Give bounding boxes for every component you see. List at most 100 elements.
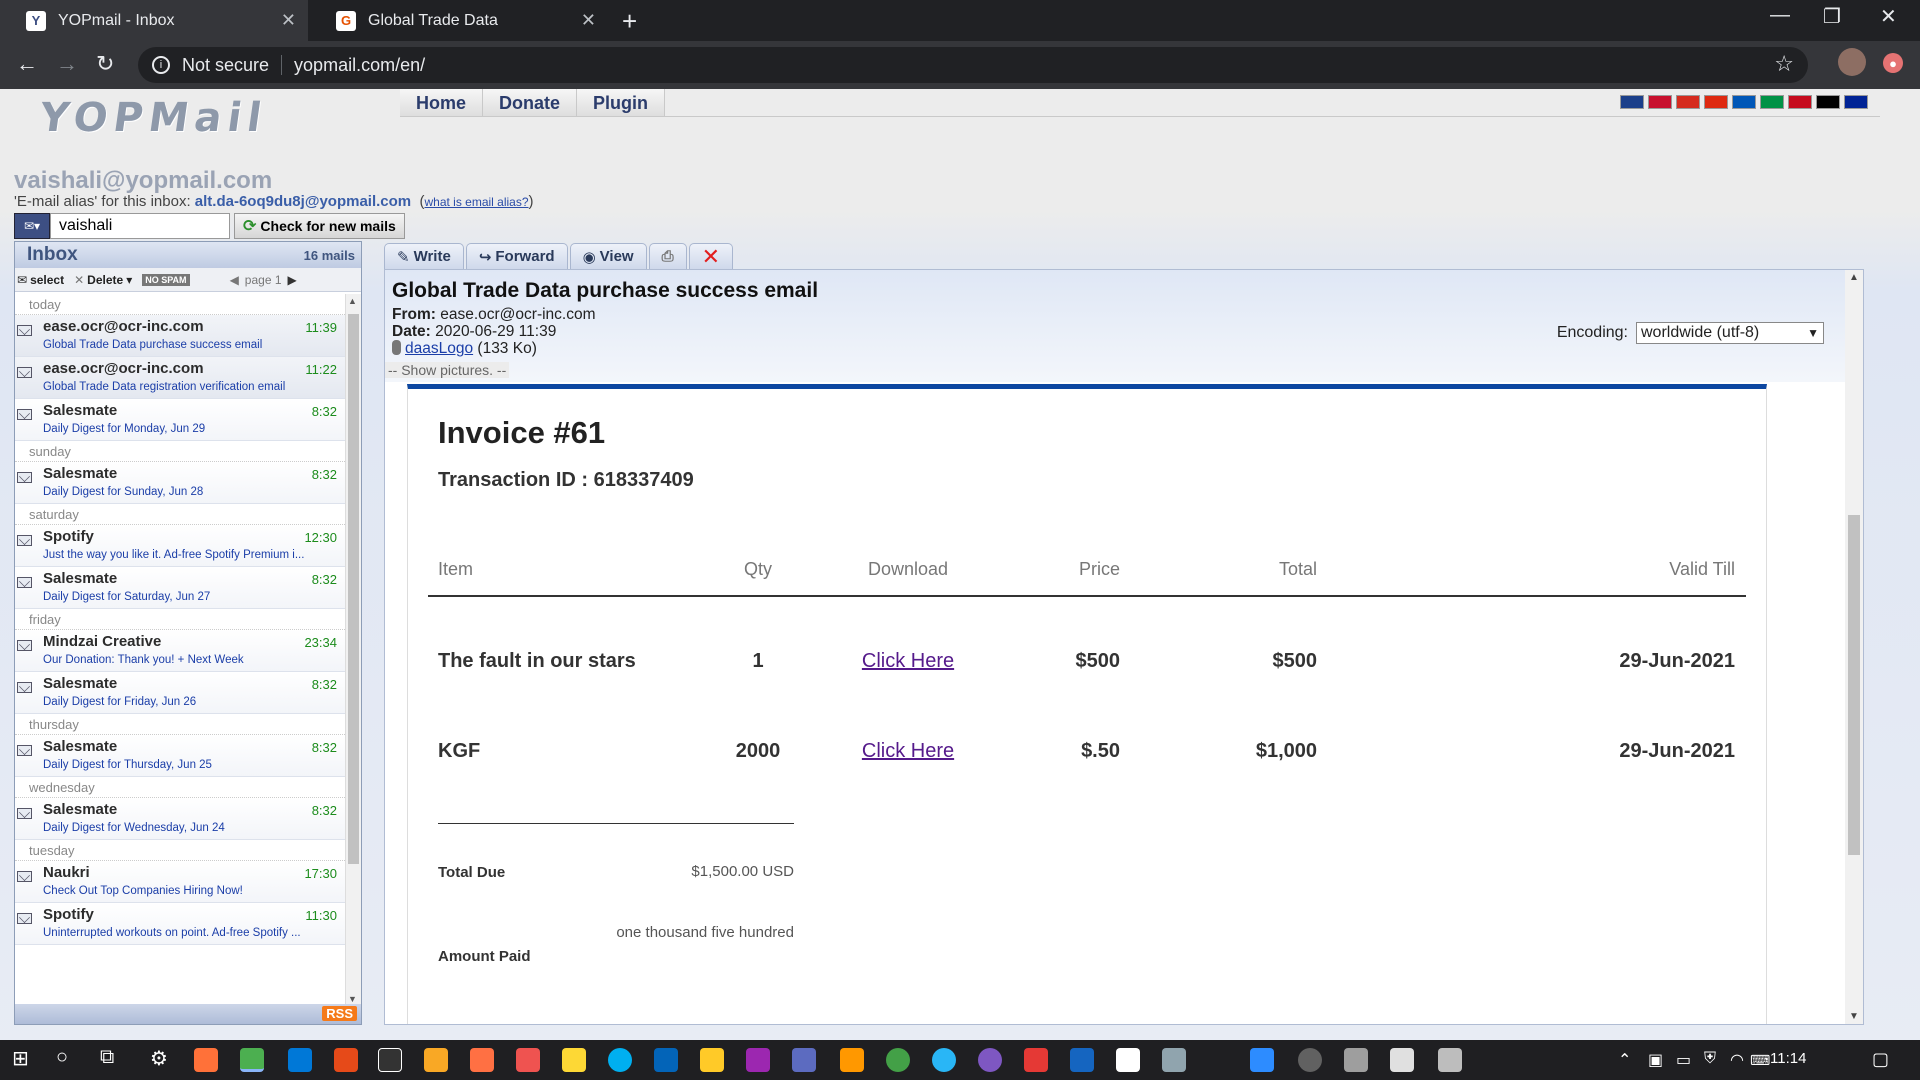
- language-flag-icon[interactable]: [1620, 95, 1644, 109]
- app-icon[interactable]: [1438, 1048, 1462, 1072]
- alias-address[interactable]: alt.da-6oq9du8j@yopmail.com: [195, 193, 411, 210]
- shield-icon[interactable]: ⛨: [1704, 1050, 1716, 1068]
- scroll-down-icon[interactable]: ▼: [348, 994, 357, 1004]
- terminal-icon[interactable]: [378, 1048, 402, 1072]
- new-tab-icon[interactable]: +: [622, 6, 637, 37]
- restore-icon[interactable]: ❐: [1823, 4, 1841, 29]
- app-icon[interactable]: [562, 1048, 586, 1072]
- url-bar[interactable]: i Not secure yopmail.com/en/ ☆: [138, 47, 1808, 83]
- zoom-icon[interactable]: [1250, 1048, 1274, 1072]
- bookmark-star-icon[interactable]: ☆: [1774, 51, 1794, 77]
- vlc-icon[interactable]: [840, 1048, 864, 1072]
- app-icon[interactable]: [1070, 1048, 1094, 1072]
- profile-avatar[interactable]: [1838, 48, 1866, 76]
- firefox-icon[interactable]: [194, 1048, 218, 1072]
- minimize-icon[interactable]: —: [1770, 4, 1790, 27]
- chrome-icon[interactable]: [240, 1048, 264, 1072]
- skype-icon[interactable]: [608, 1048, 632, 1072]
- yopmail-logo[interactable]: YOPMail: [37, 95, 271, 141]
- delete-button[interactable]: ✕ Delete ▾: [74, 273, 132, 287]
- app-icon[interactable]: [516, 1048, 540, 1072]
- inbox-mail-item[interactable]: Salesmate 8:32 Daily Digest for Monday, Ju…: [15, 399, 345, 441]
- search-icon[interactable]: ○: [56, 1046, 68, 1069]
- info-icon[interactable]: i: [152, 56, 170, 74]
- close-window-icon[interactable]: ✕: [1880, 4, 1897, 29]
- reload-icon[interactable]: ↻: [96, 51, 114, 77]
- tab-yopmail[interactable]: Y YOPmail - Inbox ✕: [0, 0, 308, 41]
- url-text[interactable]: yopmail.com/en/: [294, 55, 425, 76]
- file-explorer-icon[interactable]: [700, 1048, 724, 1072]
- keyboard-icon[interactable]: ⌨: [1750, 1052, 1770, 1069]
- mailbox-menu-icon[interactable]: ✉▾: [14, 213, 50, 239]
- task-view-icon[interactable]: ⧉: [100, 1046, 114, 1069]
- row2-download-link[interactable]: Click Here: [848, 740, 968, 763]
- app-icon[interactable]: [1024, 1048, 1048, 1072]
- row1-download-link[interactable]: Click Here: [848, 650, 968, 673]
- scroll-down-icon[interactable]: ▼: [1849, 1011, 1859, 1022]
- write-tab[interactable]: ✎ Write: [384, 243, 464, 269]
- inbox-mail-item[interactable]: Salesmate 8:32 Daily Digest for Saturday, …: [15, 567, 345, 609]
- settings-gear-icon[interactable]: ⚙: [150, 1046, 168, 1071]
- inbox-mail-item[interactable]: Salesmate 8:32 Daily Digest for Thursday, …: [15, 735, 345, 777]
- app-icon[interactable]: [978, 1048, 1002, 1072]
- inbox-mail-item[interactable]: Mindzai Creative 23:34 Our Donation: Thank…: [15, 630, 345, 672]
- language-flag-icon[interactable]: [1704, 95, 1728, 109]
- inbox-mail-item[interactable]: ease.ocr@ocr-inc.com 11:39 Global Trade Da…: [15, 315, 345, 357]
- edge-icon[interactable]: [288, 1048, 312, 1072]
- windows-start-icon[interactable]: ⊞: [12, 1046, 29, 1071]
- close-tab-icon[interactable]: ✕: [581, 10, 596, 31]
- nav-home-link[interactable]: Home: [400, 89, 484, 116]
- nav-donate-link[interactable]: Donate: [483, 89, 578, 116]
- tab-global-trade-data[interactable]: G Global Trade Data ✕: [310, 0, 608, 41]
- language-flag-icon[interactable]: [1760, 95, 1784, 109]
- inbox-mail-item[interactable]: Salesmate 8:32 Daily Digest for Friday, Ju…: [15, 672, 345, 714]
- tray-app-icon[interactable]: ▣: [1648, 1050, 1663, 1070]
- inbox-mail-item[interactable]: Spotify 12:30 Just the way you like it. Ad…: [15, 525, 345, 567]
- language-flag-icon[interactable]: [1788, 95, 1812, 109]
- tray-expand-icon[interactable]: ⌃: [1618, 1050, 1631, 1070]
- scroll-up-icon[interactable]: ▲: [1849, 272, 1859, 283]
- app-icon[interactable]: [1162, 1048, 1186, 1072]
- app-icon[interactable]: [1298, 1048, 1322, 1072]
- attachment-link[interactable]: daasLogo: [405, 340, 473, 357]
- delete-mail-tab[interactable]: ✕: [688, 243, 734, 269]
- close-tab-icon[interactable]: ✕: [281, 10, 296, 31]
- app-icon[interactable]: [334, 1048, 358, 1072]
- language-flag-icon[interactable]: [1676, 95, 1700, 109]
- app-icon[interactable]: [746, 1048, 770, 1072]
- battery-icon[interactable]: ▭: [1676, 1050, 1691, 1070]
- inbox-mail-item[interactable]: Naukri 17:30 Check Out Top Companies Hirin…: [15, 861, 345, 903]
- select-button[interactable]: ✉ select: [17, 273, 64, 287]
- check-new-mails-button[interactable]: ⟳ Check for new mails: [234, 213, 405, 239]
- teams-icon[interactable]: [792, 1048, 816, 1072]
- scroll-thumb[interactable]: [1848, 515, 1860, 855]
- encoding-select[interactable]: worldwide (utf-8) ▼: [1636, 322, 1824, 344]
- language-flag-icon[interactable]: [1732, 95, 1756, 109]
- telegram-icon[interactable]: [932, 1048, 956, 1072]
- inbox-mail-item[interactable]: Salesmate 8:32 Daily Digest for Wednesday,…: [15, 798, 345, 840]
- sublime-icon[interactable]: [424, 1048, 448, 1072]
- inbox-mail-item[interactable]: Spotify 11:30 Uninterrupted workouts on po…: [15, 903, 345, 945]
- inbox-scrollbar[interactable]: ▲ ▼: [345, 294, 361, 1006]
- language-flag-icon[interactable]: [1648, 95, 1672, 109]
- print-tab[interactable]: ⎙: [648, 243, 687, 269]
- outlook-icon[interactable]: [654, 1048, 678, 1072]
- clock-time[interactable]: 11:14: [1770, 1050, 1806, 1067]
- show-pictures-link[interactable]: -- Show pictures. --: [385, 362, 510, 378]
- nav-plugin-link[interactable]: Plugin: [577, 89, 666, 116]
- app-icon[interactable]: [1344, 1048, 1368, 1072]
- alias-help-link[interactable]: what is email alias?: [424, 195, 528, 209]
- language-flag-icon[interactable]: [1816, 95, 1840, 109]
- prev-page-icon[interactable]: ◀: [230, 273, 239, 287]
- language-flag-icon[interactable]: [1844, 95, 1868, 109]
- extension-icon[interactable]: ●: [1883, 53, 1903, 73]
- notification-icon[interactable]: ▢: [1872, 1049, 1889, 1070]
- scroll-up-icon[interactable]: ▲: [348, 296, 357, 306]
- app-icon[interactable]: [886, 1048, 910, 1072]
- wifi-icon[interactable]: ◠: [1730, 1050, 1744, 1070]
- next-page-icon[interactable]: ▶: [288, 273, 297, 287]
- forward-arrow-icon[interactable]: →: [56, 51, 78, 77]
- scroll-thumb[interactable]: [348, 314, 359, 864]
- app-icon[interactable]: [1116, 1048, 1140, 1072]
- view-tab[interactable]: ◉ View: [569, 243, 647, 269]
